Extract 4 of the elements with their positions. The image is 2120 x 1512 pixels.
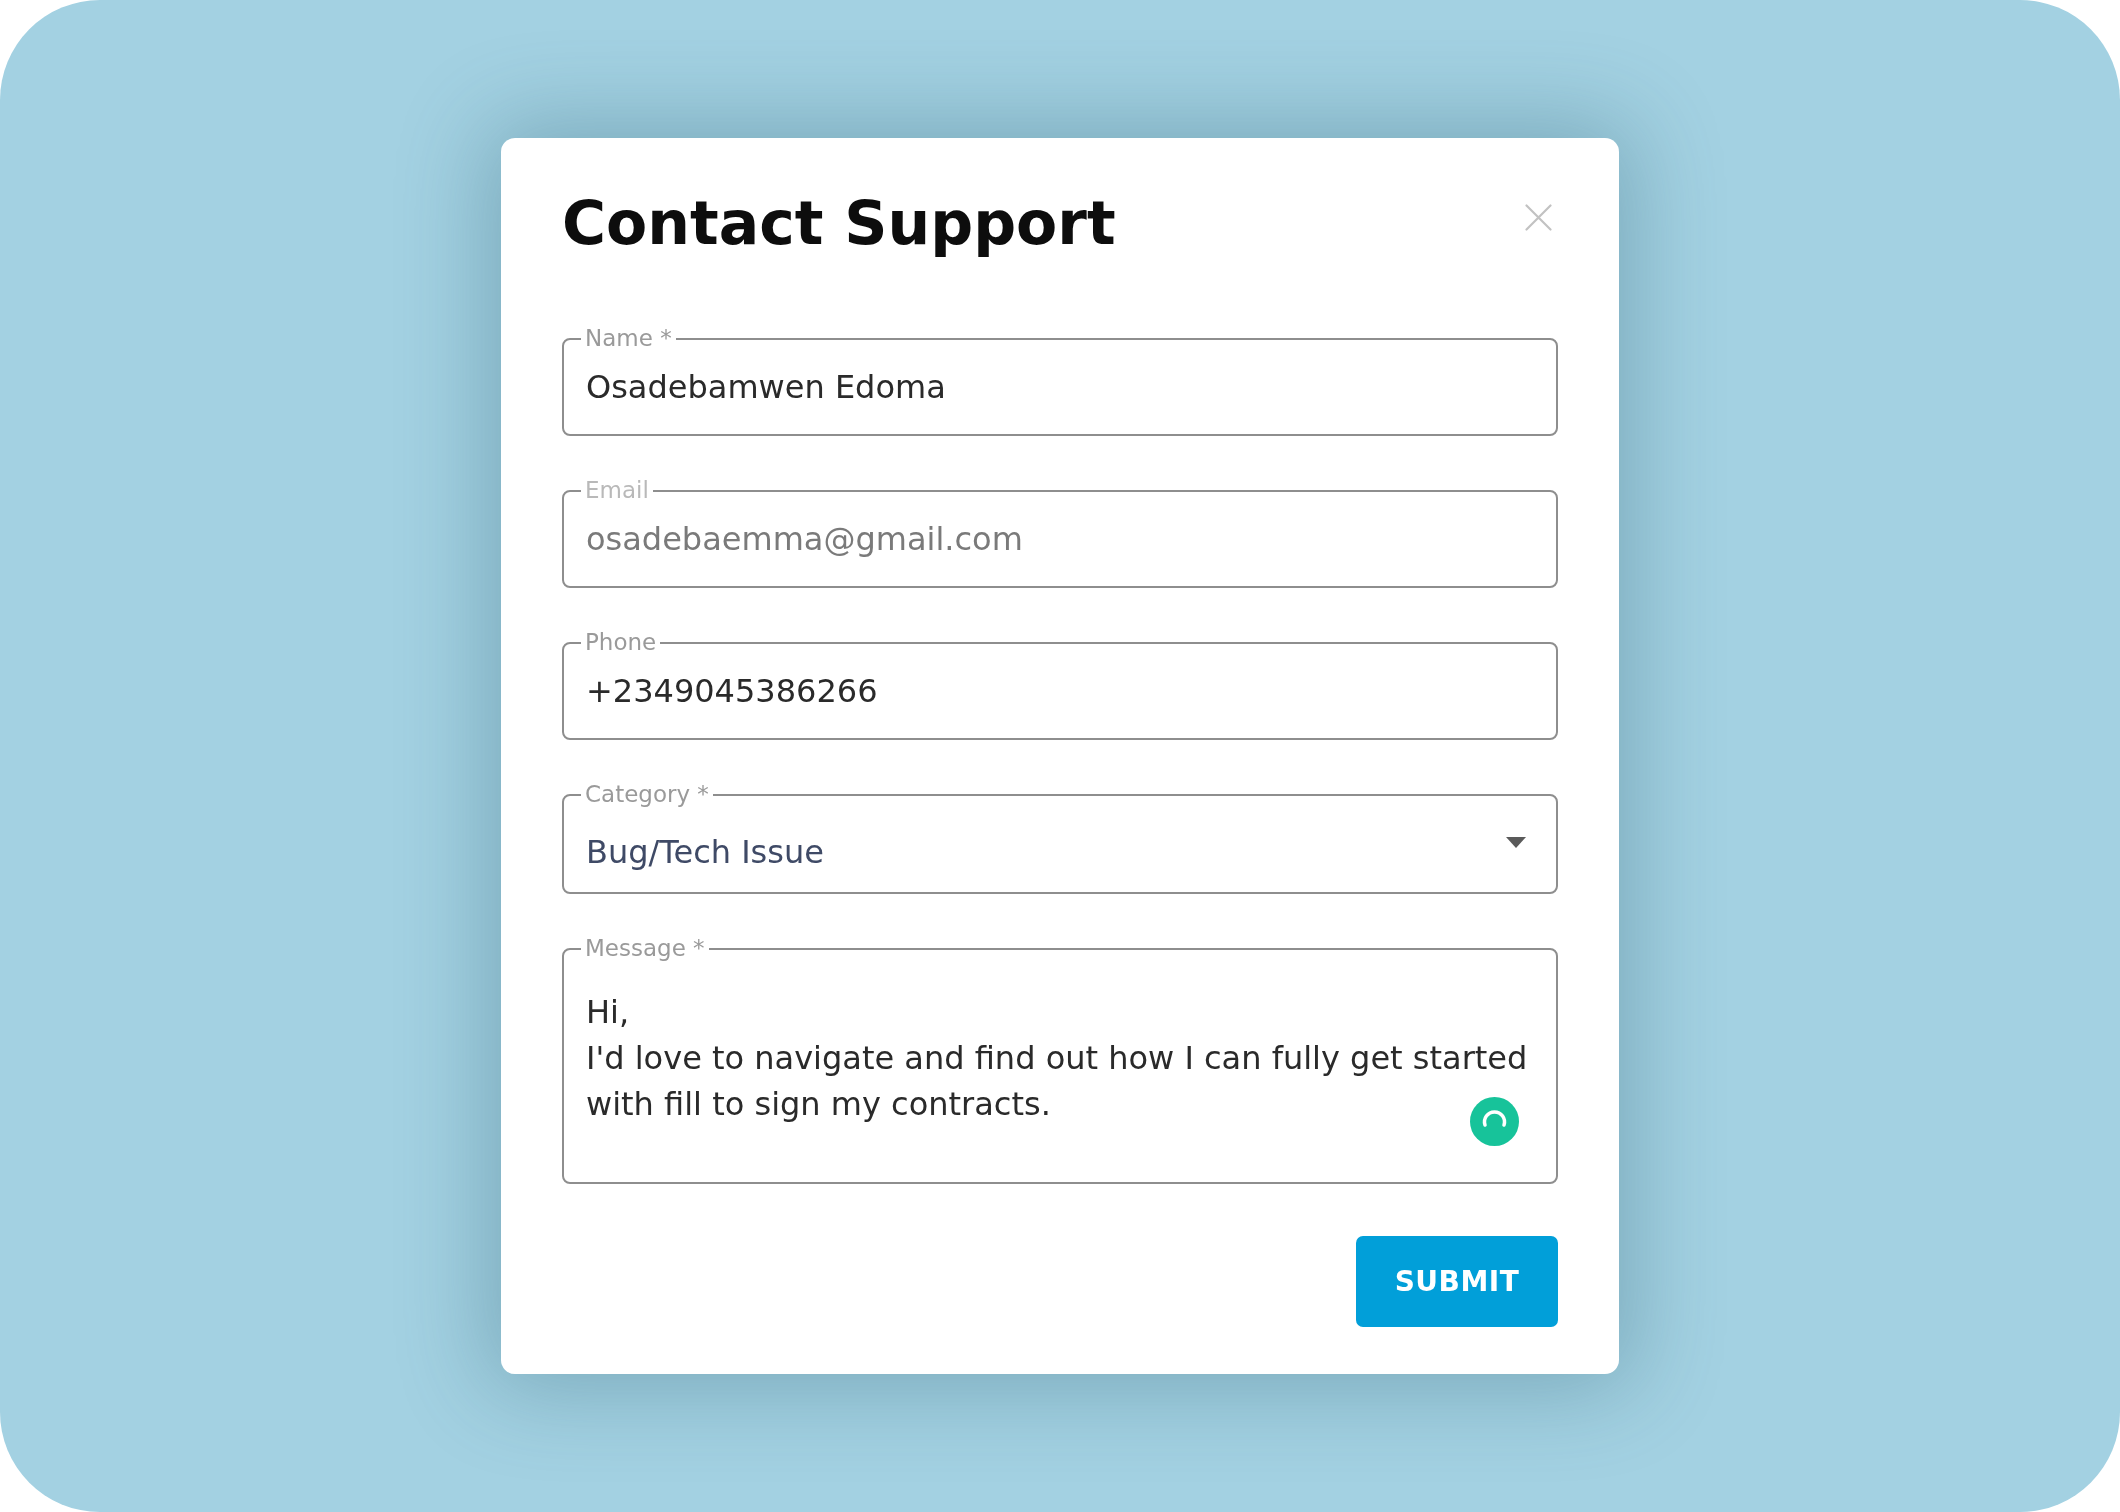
dialog-title: Contact Support bbox=[562, 187, 1116, 259]
arc-badge-icon[interactable] bbox=[1470, 1097, 1519, 1146]
close-icon[interactable] bbox=[1525, 204, 1552, 231]
caret-icon bbox=[1506, 837, 1526, 848]
